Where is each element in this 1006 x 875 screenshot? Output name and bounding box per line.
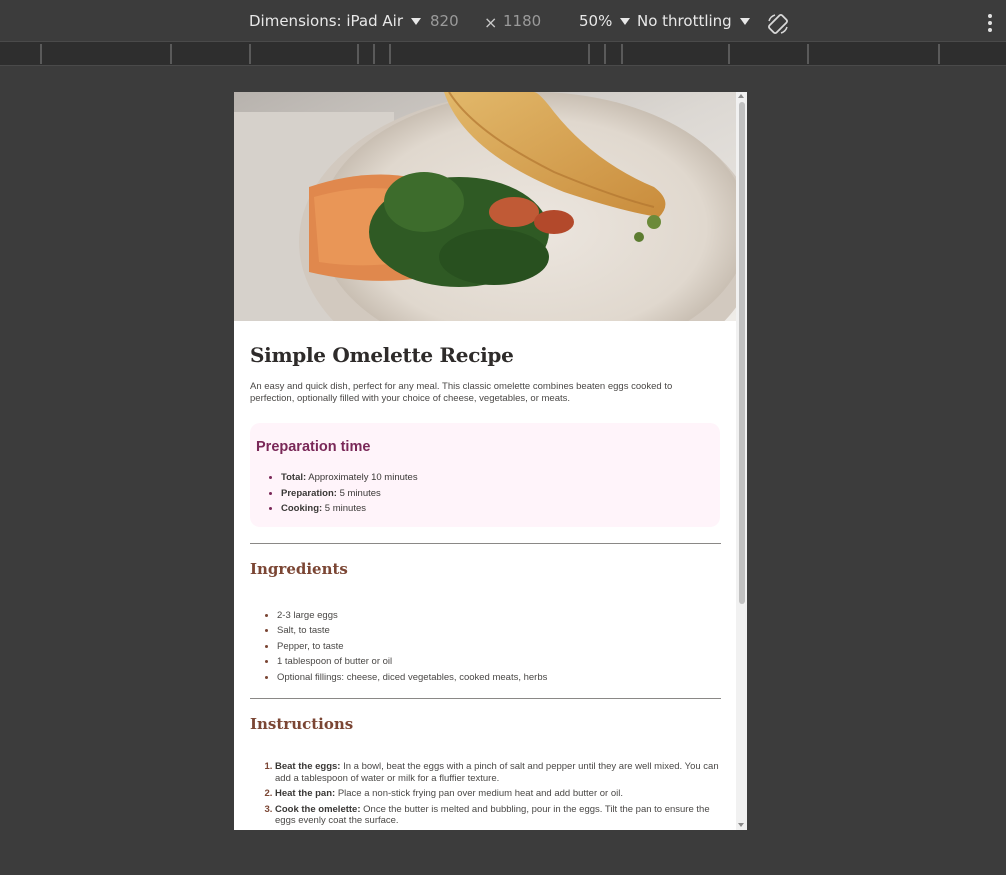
intro-text: An easy and quick dish, perfect for any … bbox=[250, 381, 673, 404]
ruler-tick[interactable] bbox=[728, 44, 730, 64]
list-item: Salt, to taste bbox=[277, 623, 720, 639]
prep-label: Preparation: bbox=[281, 487, 337, 499]
dimensions-label: Dimensions: iPad Air bbox=[249, 12, 403, 30]
dimensions-dropdown[interactable]: Dimensions: iPad Air bbox=[249, 12, 421, 30]
omelette-image bbox=[234, 92, 736, 321]
list-item: Total: Approximately 10 minutes bbox=[281, 470, 714, 486]
ruler-tick[interactable] bbox=[170, 44, 172, 64]
step-label: Beat the eggs: bbox=[275, 761, 341, 772]
scrollbar-thumb[interactable] bbox=[739, 102, 745, 604]
times-sign: × bbox=[484, 13, 498, 32]
ruler-tick[interactable] bbox=[389, 44, 391, 64]
preparation-list: Total: Approximately 10 minutes Preparat… bbox=[256, 470, 714, 517]
prep-value: 5 minutes bbox=[322, 503, 366, 514]
more-options-icon[interactable] bbox=[988, 14, 992, 35]
list-item: Beat the eggs: In a bowl, beat the eggs … bbox=[275, 761, 720, 784]
ingredients-list: 2-3 large eggs Salt, to taste Pepper, to… bbox=[250, 608, 720, 686]
page-title: Simple Omelette Recipe bbox=[250, 343, 514, 367]
zoom-dropdown[interactable]: 50% bbox=[579, 12, 631, 30]
prep-value: 5 minutes bbox=[336, 487, 381, 499]
preparation-time-box: Preparation time Total: Approximately 10… bbox=[250, 423, 720, 527]
list-item: Heat the pan: Place a non-stick frying p… bbox=[275, 788, 720, 800]
device-toolbar: Dimensions: iPad Air 820 × 1180 50% No t… bbox=[0, 0, 1006, 42]
step-text: Place a non-stick frying pan over medium… bbox=[335, 788, 623, 799]
list-item: Optional fillings: cheese, diced vegetab… bbox=[277, 670, 720, 686]
prep-label: Cooking: bbox=[281, 503, 323, 514]
divider bbox=[250, 698, 721, 699]
ruler-tick[interactable] bbox=[249, 44, 251, 64]
step-text: In a bowl, beat the eggs with a pinch of… bbox=[275, 761, 719, 784]
ruler-tick[interactable] bbox=[807, 44, 809, 64]
list-item: Preparation: 5 minutes bbox=[281, 486, 714, 502]
scrollbar[interactable] bbox=[736, 92, 747, 830]
width-value: 820 bbox=[430, 12, 459, 30]
ruler-tick[interactable] bbox=[373, 44, 375, 64]
ruler-tick[interactable] bbox=[604, 44, 606, 64]
scroll-down-arrow-icon[interactable] bbox=[738, 823, 744, 827]
chevron-down-icon bbox=[410, 17, 421, 25]
step-label: Heat the pan: bbox=[275, 788, 336, 799]
device-viewport: Simple Omelette Recipe An easy and quick… bbox=[234, 92, 747, 830]
instructions-list: Beat the eggs: In a bowl, beat the eggs … bbox=[250, 761, 720, 827]
media-query-ruler bbox=[0, 42, 1006, 66]
ingredients-heading: Ingredients bbox=[250, 559, 348, 578]
prep-value: Approximately 10 minutes bbox=[306, 472, 418, 483]
scroll-up-arrow-icon[interactable] bbox=[738, 94, 744, 98]
ruler-tick[interactable] bbox=[357, 44, 359, 64]
ruler-tick[interactable] bbox=[938, 44, 940, 64]
height-value: 1180 bbox=[503, 12, 542, 30]
throttling-dropdown[interactable]: No throttling bbox=[637, 12, 750, 30]
zoom-label: 50% bbox=[579, 12, 613, 30]
throttling-label: No throttling bbox=[637, 12, 732, 30]
instructions-heading: Instructions bbox=[250, 715, 354, 733]
ruler-tick[interactable] bbox=[621, 44, 623, 64]
list-item: Cook the omelette: Once the butter is me… bbox=[275, 804, 720, 827]
chevron-down-icon bbox=[739, 17, 750, 25]
divider bbox=[250, 542, 721, 544]
width-input[interactable]: 820 bbox=[430, 12, 459, 30]
prep-label: Total: bbox=[281, 472, 307, 483]
list-item: Pepper, to taste bbox=[277, 639, 720, 655]
list-item: 1 tablespoon of butter or oil bbox=[277, 654, 720, 670]
list-item: 2-3 large eggs bbox=[277, 608, 720, 624]
height-input[interactable]: 1180 bbox=[503, 12, 541, 30]
chevron-down-icon bbox=[620, 17, 631, 25]
ruler-tick[interactable] bbox=[40, 44, 42, 64]
step-label: Cook the omelette: bbox=[275, 803, 361, 815]
rotate-icon[interactable] bbox=[766, 12, 790, 36]
list-item: Cooking: 5 minutes bbox=[281, 501, 714, 517]
recipe-page: Simple Omelette Recipe An easy and quick… bbox=[234, 92, 736, 830]
ruler-tick[interactable] bbox=[588, 44, 590, 64]
preparation-heading: Preparation time bbox=[256, 439, 371, 455]
